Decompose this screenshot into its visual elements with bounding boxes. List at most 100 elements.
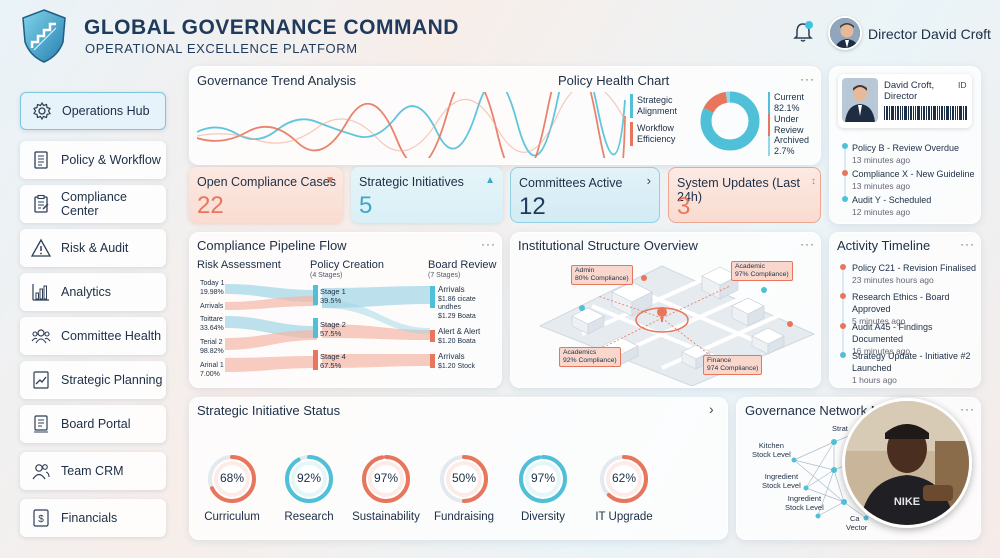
sidebar-item-strategic-planning[interactable]: Strategic Planning bbox=[20, 361, 166, 399]
legend-workflow: Workflow Efficiency bbox=[637, 123, 676, 144]
notification-item[interactable]: Compliance X - New Guideline 13 minutes a… bbox=[852, 168, 975, 192]
donut-current-value: 82.1% bbox=[774, 102, 800, 113]
trend-more-icon[interactable]: ··· bbox=[800, 72, 815, 86]
board-name: Alert & Alert bbox=[438, 327, 481, 336]
sidebar-item-board-portal[interactable]: Board Portal bbox=[20, 405, 166, 443]
sidebar-item-compliance-center[interactable]: Compliance Center bbox=[20, 185, 166, 223]
sidebar-item-financials[interactable]: $ Financials bbox=[20, 499, 166, 537]
activity-text: Research Ethics - Board Approved bbox=[852, 292, 950, 314]
network-node-ingredient-1[interactable]: Ingredient Stock Level bbox=[762, 472, 801, 490]
activity-more-icon[interactable]: ··· bbox=[960, 237, 975, 251]
chevron-right-icon[interactable]: › bbox=[709, 401, 714, 417]
stage-value: 57.5% bbox=[320, 329, 342, 338]
shield-logo-icon bbox=[22, 9, 66, 63]
board-bar-1 bbox=[430, 286, 435, 308]
bell-icon[interactable] bbox=[792, 20, 814, 44]
donut-legend-bar-review bbox=[768, 114, 770, 136]
initiative-ring[interactable]: 62% bbox=[597, 452, 651, 506]
callout-name: Academic bbox=[735, 263, 765, 270]
network-node-ca[interactable]: Ca bbox=[850, 514, 860, 523]
sidebar-item-label: Board Portal bbox=[61, 417, 131, 431]
initiative-ring[interactable]: 97% bbox=[359, 452, 413, 506]
notification-item[interactable]: Policy B - Review Overdue 13 minutes ago bbox=[852, 142, 959, 166]
up-arrow-icon: ▲ bbox=[485, 175, 495, 186]
ring-label: Diversity bbox=[520, 511, 566, 523]
user-avatar[interactable] bbox=[828, 16, 862, 50]
user-name[interactable]: Director David Croft bbox=[868, 26, 991, 42]
trend-title: Governance Trend Analysis bbox=[197, 73, 356, 88]
bar-chart-icon bbox=[32, 284, 49, 301]
ring-label: Fundraising bbox=[433, 511, 495, 523]
pipeline-col-board: Board Review bbox=[428, 259, 497, 271]
pipeline-title: Compliance Pipeline Flow bbox=[197, 238, 347, 253]
structure-more-icon[interactable]: ··· bbox=[800, 237, 815, 251]
stage-name: Stage 1 bbox=[320, 287, 346, 296]
initiative-ring[interactable]: 50% bbox=[437, 452, 491, 506]
admin-callout[interactable]: Admin 80% Compliance) bbox=[571, 265, 633, 285]
team-icon bbox=[32, 464, 50, 480]
network-node-vector[interactable]: Vector bbox=[846, 523, 867, 532]
risk-item-3: Toittare 33.64% bbox=[200, 316, 224, 333]
board-line: $1.29 Boata bbox=[438, 312, 476, 320]
initiative-ring[interactable]: 92% bbox=[282, 452, 336, 506]
donut-legend-archived: Archived 2.7% bbox=[774, 135, 809, 156]
kpi-system-updates[interactable]: System Updates (Last 24h) 3 ↕ bbox=[668, 167, 821, 223]
network-more-icon[interactable]: ··· bbox=[960, 402, 975, 416]
board-icon bbox=[34, 415, 48, 433]
legend-swatch-orange bbox=[630, 122, 633, 146]
network-node-ingredient-2[interactable]: Ingredient Stock Level bbox=[785, 494, 824, 512]
board-bar-3 bbox=[430, 354, 435, 368]
ring-value: 50% bbox=[451, 471, 477, 485]
initiative-ring[interactable]: 68% bbox=[205, 452, 259, 506]
ring-value: 92% bbox=[296, 471, 322, 485]
board-line: undhes bbox=[438, 304, 461, 311]
kpi-strategic-initiatives[interactable]: Strategic Initiatives 5 ▲ bbox=[351, 167, 503, 223]
sidebar-item-label: Operations Hub bbox=[62, 104, 150, 118]
activity-timeline-line bbox=[840, 264, 846, 358]
board-line: $1.86 cicate bbox=[438, 295, 476, 303]
pipeline-col-risk: Risk Assessment bbox=[197, 259, 281, 271]
sidebar-item-risk-audit[interactable]: Risk & Audit bbox=[20, 229, 166, 267]
kpi-committees-active[interactable]: Committees Active 12 › bbox=[510, 167, 660, 223]
sidebar-item-team-crm[interactable]: Team CRM bbox=[20, 452, 166, 490]
stage-value: 67.5% bbox=[320, 361, 342, 370]
activity-item[interactable]: Policy C21 - Revision Finalised 23 minute… bbox=[852, 262, 978, 286]
board-line: $1.20 Stock bbox=[438, 362, 475, 370]
network-node-kitchen[interactable]: Kitchen Stock Level bbox=[752, 441, 791, 459]
activity-text: Policy C21 - Revision Finalised bbox=[852, 263, 977, 273]
document-icon bbox=[34, 151, 48, 169]
callout-name: Finance bbox=[707, 357, 732, 364]
avatar-portrait-icon bbox=[830, 18, 860, 48]
callout-sub: 974 Compliance) bbox=[707, 365, 759, 372]
dollar-icon: $ bbox=[33, 509, 49, 527]
academics-callout[interactable]: Academics 92% Compliance) bbox=[559, 347, 621, 367]
initiative-ring[interactable]: 97% bbox=[516, 452, 570, 506]
sidebar-item-analytics[interactable]: Analytics bbox=[20, 273, 166, 311]
sidebar-item-committee-health[interactable]: Committee Health bbox=[20, 317, 166, 355]
risk-item-1: Today 1 19.98% bbox=[200, 280, 225, 297]
sidebar-item-operations-hub[interactable]: Operations Hub bbox=[20, 92, 166, 130]
donut-legend-review: Under Review bbox=[774, 114, 804, 135]
network-node-strat[interactable]: Strat bbox=[832, 424, 848, 433]
ring-value: 68% bbox=[219, 471, 245, 485]
video-call-overlay[interactable]: NIKE bbox=[842, 398, 972, 528]
activity-item[interactable]: Strategy Update - Initiative #2 Launched… bbox=[852, 350, 972, 386]
callout-sub: 97% Compliance) bbox=[735, 271, 789, 278]
donut-archived-label: Archived bbox=[774, 135, 810, 145]
notification-text: Compliance X - New Guideline bbox=[852, 169, 975, 179]
svg-text:$: $ bbox=[38, 514, 44, 525]
notification-item[interactable]: Audit Y - Scheduled 12 minutes ago bbox=[852, 194, 931, 218]
sidebar-item-policy-workflow[interactable]: Policy & Workflow bbox=[20, 141, 166, 179]
id-role: Director bbox=[884, 91, 918, 102]
ring-label: Sustainability bbox=[352, 511, 420, 523]
id-label: ID bbox=[958, 80, 967, 90]
id-name: David Croft, bbox=[884, 80, 935, 91]
academic-callout[interactable]: Academic 97% Compliance) bbox=[731, 261, 793, 281]
callout-sub: 92% Compliance) bbox=[563, 357, 617, 364]
pipeline-more-icon[interactable]: ··· bbox=[481, 237, 496, 251]
chevron-down-icon[interactable]: ⌄ bbox=[976, 26, 985, 39]
kpi-open-compliance[interactable]: Open Compliance Cases 22 ▼ bbox=[189, 167, 343, 223]
node-sub: Stock Level bbox=[785, 502, 824, 512]
finance-callout[interactable]: Finance 974 Compliance) bbox=[703, 355, 763, 375]
pipeline-col-policy: Policy Creation bbox=[310, 259, 384, 271]
